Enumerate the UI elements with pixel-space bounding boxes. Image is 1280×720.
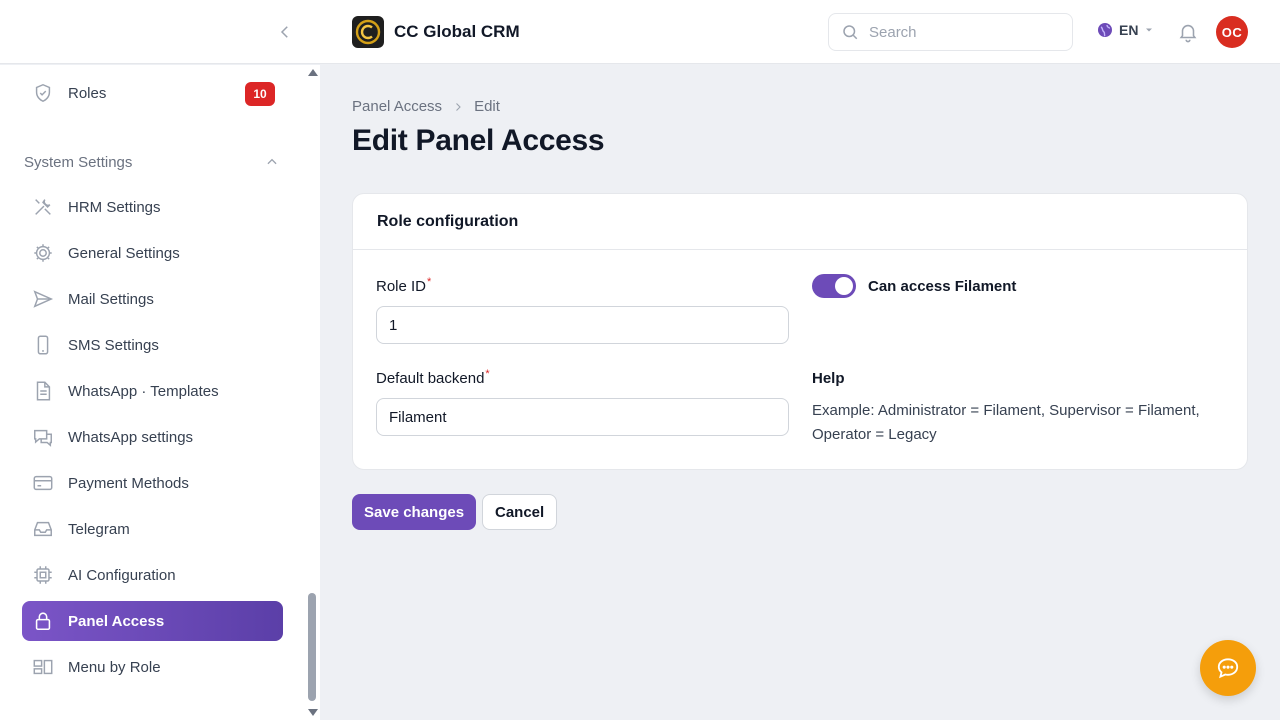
brand-logo: [352, 16, 384, 48]
globe-icon: [1098, 23, 1112, 37]
sidebar-item-label: Telegram: [68, 520, 130, 538]
group-label: System Settings: [24, 153, 133, 171]
top-bar: CC Global CRM EN OC: [0, 0, 1280, 64]
section-title: Role configuration: [377, 212, 519, 230]
sidebar-item-label: Payment Methods: [68, 474, 189, 492]
required-mark: *: [427, 276, 432, 288]
sidebar-item-label: Roles: [68, 84, 107, 102]
can-access-filament-label: Can access Filament: [868, 278, 1017, 295]
sidebar-item-general-settings[interactable]: General Settings: [22, 233, 283, 273]
shield-icon: [32, 82, 54, 104]
scrollbar-thumb[interactable]: [308, 593, 316, 701]
sidebar-item-mail-settings[interactable]: Mail Settings: [22, 279, 283, 319]
sidebar-item-label: Menu by Role: [68, 658, 161, 676]
inbox-icon: [32, 518, 54, 540]
phone-icon: [32, 334, 54, 356]
credit-card-icon: [32, 472, 54, 494]
can-access-filament-toggle[interactable]: [812, 274, 856, 298]
breadcrumb-link-panel-access[interactable]: Panel Access: [352, 98, 442, 115]
sidebar-item-panel-access[interactable]: Panel Access: [22, 601, 283, 641]
card-header: Role configuration: [353, 194, 1247, 250]
help-label: Help: [812, 370, 845, 387]
role-id-label: Role ID*: [376, 276, 432, 295]
sidebar-item-payment-methods[interactable]: Payment Methods: [22, 463, 283, 503]
document-icon: [32, 380, 54, 402]
sidebar-item-label: HRM Settings: [68, 198, 161, 216]
system-settings-group-toggle[interactable]: System Settings: [24, 151, 279, 173]
save-changes-button[interactable]: Save changes: [352, 494, 477, 530]
help-text: Example: Administrator = Filament, Super…: [812, 402, 1200, 443]
language-switcher[interactable]: EN: [1097, 22, 1154, 38]
sidebar-item-hrm-settings[interactable]: HRM Settings: [22, 187, 283, 227]
role-id-input[interactable]: [376, 306, 789, 344]
collapse-sidebar-button[interactable]: [274, 21, 296, 43]
lock-icon: [32, 610, 54, 632]
bell-icon[interactable]: [1177, 21, 1199, 43]
chevron-left-icon: [280, 26, 288, 38]
sidebar-item-label: Panel Access: [68, 612, 165, 630]
sidebar-item-label: WhatsApp · Templates: [68, 382, 219, 400]
sidebar-item-label: Mail Settings: [68, 290, 154, 308]
default-backend-label: Default backend*: [376, 368, 490, 387]
search-input[interactable]: [869, 23, 1059, 41]
default-backend-input[interactable]: [376, 398, 789, 436]
wrench-screwdriver-icon: [32, 196, 54, 218]
caret-down-icon: [1146, 28, 1153, 32]
scroll-down-arrow-icon[interactable]: [308, 709, 318, 716]
sidebar-item-telegram[interactable]: Telegram: [22, 509, 283, 549]
sidebar-item-ai-configuration[interactable]: AI Configuration: [22, 555, 283, 595]
chat-button[interactable]: [1200, 640, 1256, 696]
page-title: Edit Panel Access: [352, 124, 605, 157]
sidebar-item-sms-settings[interactable]: SMS Settings: [22, 325, 283, 365]
chevron-up-icon: [267, 158, 277, 165]
role-id-label-text: Role ID: [376, 278, 427, 295]
scroll-up-arrow-icon[interactable]: [308, 69, 318, 76]
search-box[interactable]: [828, 13, 1073, 51]
sidebar-item-menu-by-role[interactable]: Menu by Role: [22, 647, 283, 687]
chevron-right-icon: [456, 102, 461, 111]
sidebar-item-whatsapp-settings[interactable]: WhatsApp settings: [22, 417, 283, 457]
required-mark: *: [485, 368, 490, 380]
language-label: EN: [1119, 22, 1139, 38]
sidebar-item-whatsapp-templates[interactable]: WhatsApp · Templates: [22, 371, 283, 411]
squares-icon: [32, 656, 54, 678]
toggle-knob: [835, 277, 853, 295]
chat-icon: [32, 426, 54, 448]
sidebar: Roles 10 System Settings HRM Settings Ge…: [0, 65, 320, 720]
sidebar-item-label: General Settings: [68, 244, 180, 262]
sidebar-item-roles[interactable]: Roles 10: [22, 73, 283, 113]
cancel-button[interactable]: Cancel: [482, 494, 558, 530]
app-title: CC Global CRM: [394, 22, 520, 41]
brand[interactable]: CC Global CRM: [352, 16, 520, 48]
default-backend-label-text: Default backend: [376, 370, 485, 387]
user-avatar[interactable]: OC: [1216, 16, 1248, 48]
breadcrumb-current: Edit: [474, 98, 500, 115]
chat-bubble-icon: [1217, 658, 1239, 679]
roles-count-badge: 10: [245, 82, 275, 106]
breadcrumb: Panel Access Edit: [352, 98, 500, 115]
logo-icon: [355, 19, 381, 45]
role-configuration-card: Role configuration Role ID* Can access F…: [352, 193, 1248, 470]
cog-icon: [32, 242, 54, 264]
sidebar-item-label: WhatsApp settings: [68, 428, 194, 446]
paper-plane-icon: [32, 288, 54, 310]
search-icon: [843, 25, 858, 40]
cpu-chip-icon: [32, 564, 54, 586]
sidebar-item-label: SMS Settings: [68, 336, 159, 354]
sidebar-item-label: AI Configuration: [68, 566, 176, 584]
